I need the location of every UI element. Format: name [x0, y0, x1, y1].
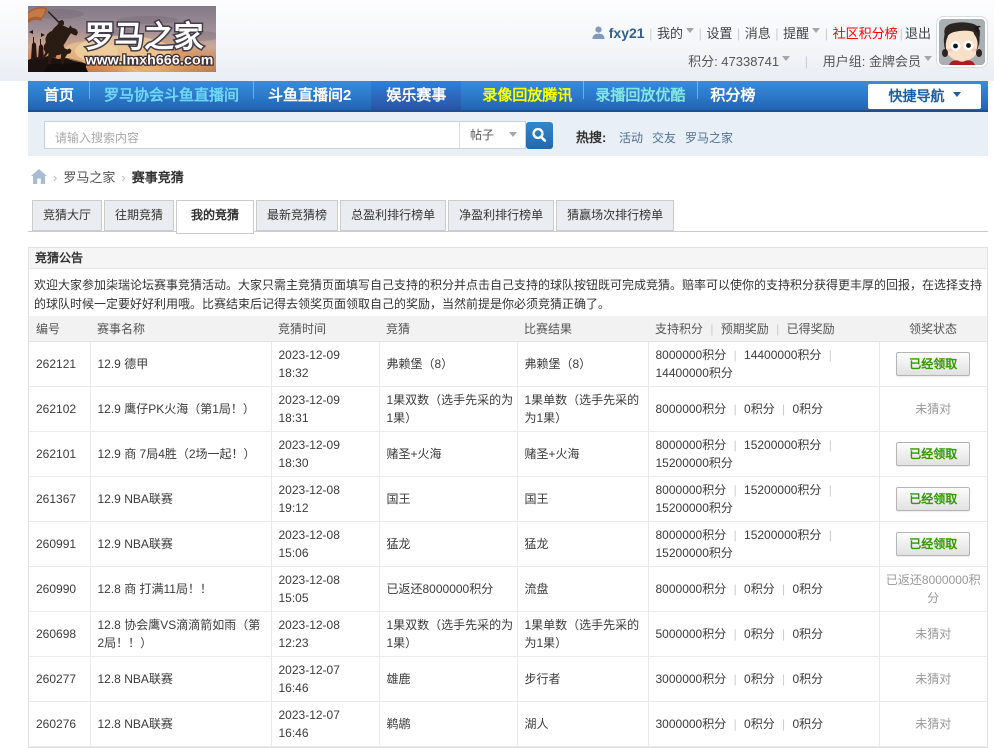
svg-text:www.lmxh666.com: www.lmxh666.com [85, 53, 214, 69]
svg-text:罗马之家: 罗马之家 [85, 20, 203, 54]
